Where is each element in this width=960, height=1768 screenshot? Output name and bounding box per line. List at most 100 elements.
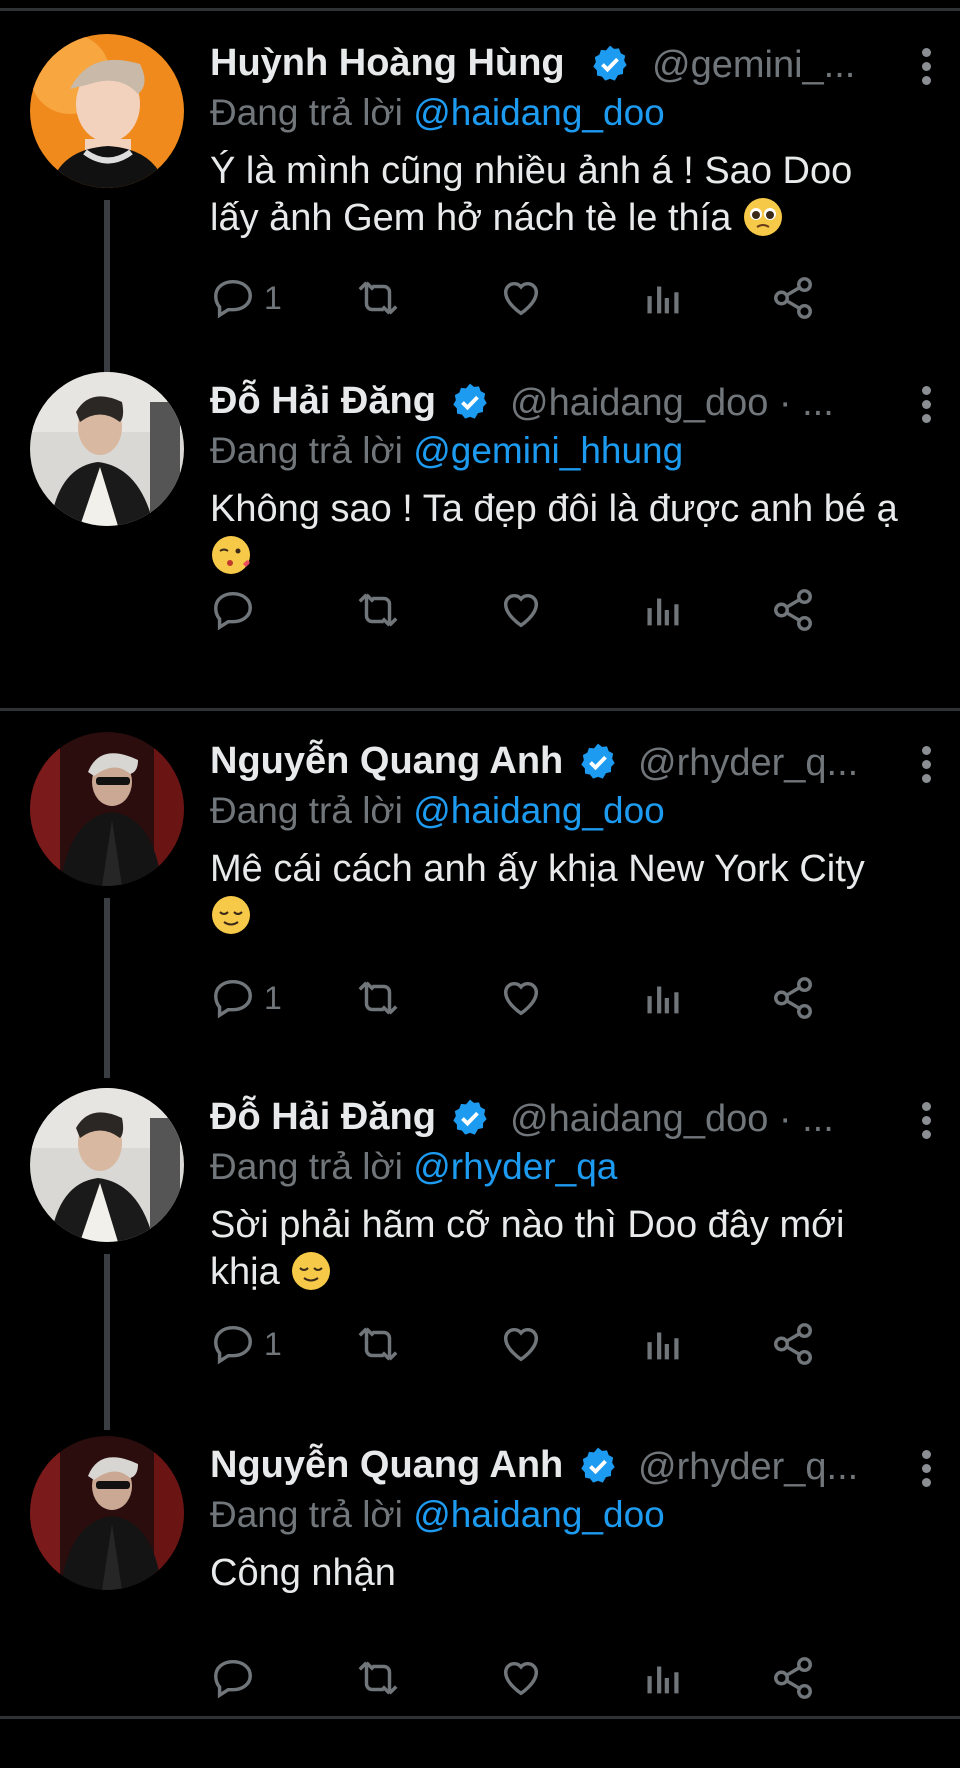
more-options-icon[interactable] — [920, 386, 932, 426]
reply-icon — [214, 1659, 252, 1699]
tweet-text: Sời phải hãm cỡ nào thì Doo đây mới khịa — [210, 1202, 910, 1296]
avatar[interactable] — [30, 732, 184, 886]
retweet-icon — [358, 981, 398, 1015]
like-button[interactable] — [498, 268, 544, 328]
retweet-icon — [358, 1661, 398, 1695]
reply-button[interactable]: 1 — [210, 1314, 282, 1374]
analytics-button[interactable] — [640, 268, 686, 328]
verified-badge-icon — [581, 743, 615, 779]
verified-badge-icon — [453, 383, 487, 419]
more-options-icon[interactable] — [920, 746, 932, 786]
relieved-face-emoji-icon — [212, 896, 250, 934]
relieved-face-emoji-icon — [292, 1252, 331, 1290]
tweet[interactable]: Đỗ Hải Đăng @haidang_doo · ... Đang trả … — [0, 360, 960, 712]
like-button[interactable] — [498, 580, 544, 640]
tweet-text: Mê cái cách anh ấy khịa New York City — [210, 846, 910, 940]
reply-button[interactable]: 1 — [210, 968, 282, 1028]
like-button[interactable] — [498, 968, 544, 1028]
analytics-icon — [647, 286, 679, 314]
mention-link[interactable]: @haidang_doo — [413, 790, 665, 831]
thread-line — [104, 1254, 110, 1430]
verified-badge-icon — [593, 45, 627, 81]
avatar[interactable] — [30, 34, 184, 188]
more-options-icon[interactable] — [920, 1450, 932, 1490]
share-icon — [774, 977, 812, 1019]
analytics-icon — [647, 598, 679, 626]
thread-divider — [0, 708, 960, 711]
heart-icon — [503, 1661, 539, 1696]
author-name[interactable]: Nguyễn Quang Anh — [210, 740, 563, 783]
retweet-button[interactable] — [355, 580, 401, 640]
author-name[interactable]: Đỗ Hải Đăng — [210, 1096, 436, 1139]
analytics-icon — [647, 986, 679, 1014]
reply-context: Đang trả lời @rhyder_qa — [210, 1146, 940, 1194]
share-button[interactable] — [770, 1648, 816, 1708]
analytics-button[interactable] — [640, 1314, 686, 1374]
avatar[interactable] — [30, 372, 184, 526]
author-name[interactable]: Nguyễn Quang Anh — [210, 1444, 563, 1487]
reply-prefix: Đang trả lời — [210, 790, 403, 831]
mention-link[interactable]: @haidang_doo — [413, 92, 665, 133]
avatar[interactable] — [30, 1436, 184, 1590]
tweet-text: Không sao ! Ta đẹp đôi là được anh bé ạ — [210, 486, 910, 580]
mention-link[interactable]: @haidang_doo — [413, 1494, 665, 1535]
like-button[interactable] — [498, 1648, 544, 1708]
share-button[interactable] — [770, 968, 816, 1028]
share-icon — [774, 589, 812, 631]
author-name[interactable]: Đỗ Hải Đăng — [210, 380, 436, 423]
tweet[interactable]: Đỗ Hải Đăng @haidang_doo · ... Đang trả … — [0, 1064, 960, 1430]
share-button[interactable] — [770, 268, 816, 328]
analytics-button[interactable] — [640, 580, 686, 640]
share-icon — [774, 1323, 812, 1365]
reply-icon — [214, 591, 252, 631]
thread-line — [104, 898, 110, 1078]
analytics-icon — [647, 1666, 679, 1694]
analytics-button[interactable] — [640, 968, 686, 1028]
reply-count: 1 — [264, 979, 282, 1016]
share-button[interactable] — [770, 1314, 816, 1374]
author-handle[interactable]: @rhyder_q... — [638, 742, 858, 785]
reply-button[interactable] — [210, 580, 264, 640]
analytics-icon — [647, 1332, 679, 1360]
author-handle[interactable]: @rhyder_q... — [638, 1446, 858, 1489]
tweet-text: Ý là mình cũng nhiều ảnh á ! Sao Doo lấy… — [210, 148, 910, 242]
share-button[interactable] — [770, 580, 816, 640]
reply-button[interactable]: 1 — [210, 268, 282, 328]
retweet-icon — [358, 593, 398, 627]
more-options-icon[interactable] — [920, 1102, 932, 1142]
reply-icon — [214, 1325, 252, 1365]
mention-link[interactable]: @rhyder_qa — [413, 1146, 617, 1187]
reply-icon — [214, 979, 252, 1019]
author-handle[interactable]: @haidang_doo · ... — [510, 382, 834, 425]
heart-icon — [503, 281, 539, 316]
tweet-text: Công nhận — [210, 1550, 910, 1597]
retweet-button[interactable] — [355, 1648, 401, 1708]
reply-count: 1 — [264, 1325, 282, 1362]
reply-context: Đang trả lời @haidang_doo — [210, 790, 940, 838]
tweet-actions: 1 — [210, 968, 910, 1028]
retweet-button[interactable] — [355, 968, 401, 1028]
share-icon — [774, 277, 812, 319]
avatar[interactable] — [30, 1088, 184, 1242]
author-handle[interactable]: @haidang_doo · ... — [510, 1098, 834, 1141]
author-handle[interactable]: @gemini_... — [652, 44, 855, 87]
more-options-icon[interactable] — [920, 48, 932, 88]
tweet[interactable]: Nguyễn Quang Anh @rhyder_q... Đang trả l… — [0, 712, 960, 1078]
retweet-button[interactable] — [355, 1314, 401, 1374]
reply-button[interactable] — [210, 1648, 264, 1708]
retweet-button[interactable] — [355, 268, 401, 328]
analytics-button[interactable] — [640, 1648, 686, 1708]
pleading-face-emoji-icon — [743, 198, 782, 236]
tweet[interactable]: Huỳnh Hoàng Hùng @gemini_... Đang trả lờ… — [0, 10, 960, 380]
author-name[interactable]: Huỳnh Hoàng Hùng — [210, 42, 565, 85]
reply-context: Đang trả lời @haidang_doo — [210, 1494, 940, 1542]
kissing-face-emoji-icon — [212, 536, 250, 574]
thread-line — [104, 200, 110, 380]
mention-link[interactable]: @gemini_hhung — [413, 430, 683, 471]
verified-badge-icon — [581, 1447, 615, 1483]
tweet-text-content: Mê cái cách anh ấy khịa New York City — [210, 848, 865, 890]
bottom-divider — [0, 1716, 960, 1719]
reply-prefix: Đang trả lời — [210, 1494, 403, 1535]
tweet-text-content: Công nhận — [210, 1552, 396, 1594]
like-button[interactable] — [498, 1314, 544, 1374]
